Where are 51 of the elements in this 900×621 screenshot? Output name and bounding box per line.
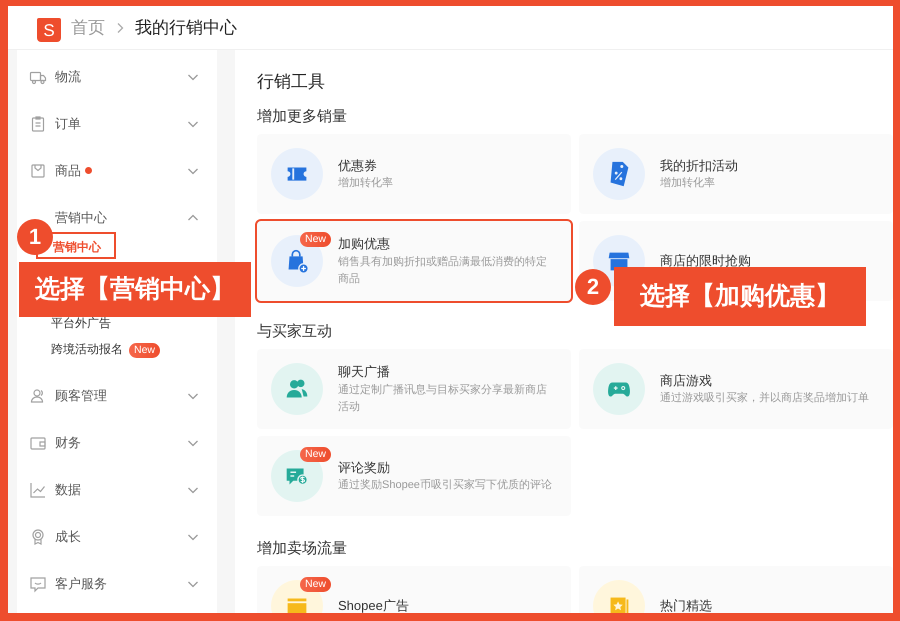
card-title: Shopee广告 xyxy=(338,597,409,613)
tool-card[interactable]: 热门精选 xyxy=(579,566,893,613)
section-heading: 增加卖场流量 xyxy=(257,539,348,559)
sidebar-item[interactable]: 财务 xyxy=(55,432,81,452)
card-description: 通过游戏吸引买家，并以商店奖品增加订单 xyxy=(660,390,869,406)
chevron-right-icon xyxy=(115,22,125,34)
card-description: 增加转化率 xyxy=(338,176,393,192)
sidebar-subitem[interactable]: 平台外广告 xyxy=(51,316,111,330)
sidebar-item[interactable]: 订单 xyxy=(55,114,81,134)
sidebar-item[interactable]: 商品 xyxy=(55,160,81,180)
sidebar-subitem[interactable]: 营销中心 xyxy=(53,240,101,254)
card-description: 通过奖励Shopee币吸引买家写下优质的评论 xyxy=(338,478,552,494)
sidebar-item[interactable]: 物流 xyxy=(55,66,81,86)
card-title: 优惠券 xyxy=(338,156,378,175)
chat-icon xyxy=(29,574,47,592)
new-tag: New xyxy=(300,232,331,247)
page-title: 行销工具 xyxy=(257,71,326,93)
card-description: 销售具有加购折扣或赠品满最低消费的特定商品 xyxy=(338,254,548,287)
new-tag: New xyxy=(129,343,160,358)
sidebar-item[interactable]: 成长 xyxy=(55,526,81,546)
tool-card[interactable]: 我的折扣活动 增加转化率 xyxy=(579,134,893,214)
breadcrumb-current: 我的行销中心 xyxy=(135,16,237,39)
new-tag: New xyxy=(300,447,331,462)
instruction-tooltip: 选择【营销中心】 xyxy=(19,262,251,317)
card-description: 通过定制广播讯息与目标买家分享最新商店活动 xyxy=(338,382,548,415)
tool-card[interactable]: New 评论奖励 通过奖励Shopee币吸引买家写下优质的评论 xyxy=(257,436,571,516)
box-icon xyxy=(29,162,47,180)
sidebar-item[interactable]: 数据 xyxy=(55,480,81,500)
card-title: 商店游戏 xyxy=(660,372,713,390)
card-title: 聊天广播 xyxy=(338,363,391,382)
card-title: 加购优惠 xyxy=(338,235,391,254)
new-tag: New xyxy=(300,577,331,592)
instruction-tooltip: 选择【加购优惠】 xyxy=(614,267,866,326)
card-title: 评论奖励 xyxy=(338,458,391,477)
chart-icon xyxy=(29,480,47,498)
tool-card[interactable]: 聊天广播 通过定制广播讯息与目标买家分享最新商店活动 xyxy=(257,349,571,429)
sidebar-item[interactable]: 客户服务 xyxy=(55,574,107,594)
sidebar-item[interactable]: 顾客管理 xyxy=(55,386,107,406)
tool-card[interactable]: 优惠券 增加转化率 xyxy=(257,134,571,214)
card-title: 我的折扣活动 xyxy=(660,156,738,175)
section-heading: 增加更多销量 xyxy=(257,107,348,127)
step-number-tooltip: 2 xyxy=(575,269,611,305)
sidebar-item[interactable]: 营销中心 xyxy=(55,208,107,228)
card-title: 热门精选 xyxy=(660,597,712,613)
card-description: 增加转化率 xyxy=(660,176,716,192)
clipboard-icon xyxy=(29,114,47,132)
sidebar-subitem[interactable]: 跨境活动报名 xyxy=(51,342,123,356)
step-number-tooltip: 1 xyxy=(17,219,53,255)
tool-card[interactable]: 商店游戏 通过游戏吸引买家，并以商店奖品增加订单 xyxy=(579,349,893,429)
logo[interactable]: S xyxy=(37,18,61,42)
tool-card[interactable]: New Shopee广告 xyxy=(257,566,571,613)
